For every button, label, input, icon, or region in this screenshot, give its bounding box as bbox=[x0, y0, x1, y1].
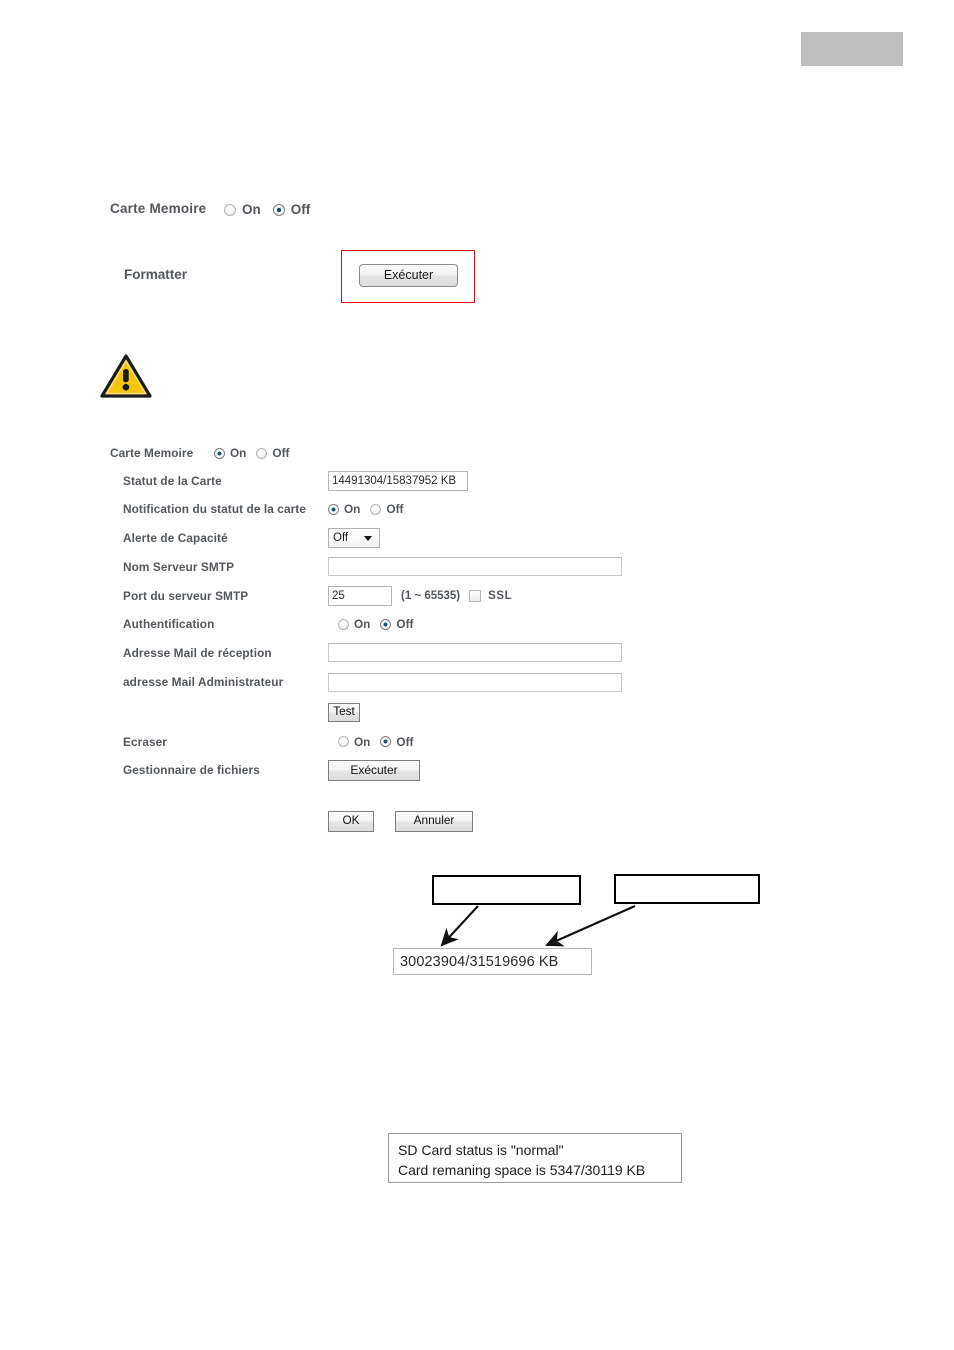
card-status-control bbox=[328, 470, 468, 491]
smtp-port-input[interactable] bbox=[328, 585, 392, 606]
file-manager-control: Exécuter bbox=[328, 759, 420, 781]
form-row-authentication: Authentification On Off bbox=[110, 610, 670, 638]
form-spacer bbox=[110, 784, 670, 806]
authentication-label: Authentification bbox=[123, 617, 215, 631]
section1-radio-on-label: On bbox=[242, 202, 261, 217]
form-row-test: Test bbox=[110, 697, 670, 727]
form-row-card-status: Statut de la Carte bbox=[110, 466, 670, 495]
formatter-execute-button[interactable]: Exécuter bbox=[359, 264, 458, 287]
section1-radio-off[interactable] bbox=[272, 203, 285, 216]
section1-carte-memoire-radio-group[interactable]: On Off bbox=[224, 202, 322, 217]
receive-mail-input[interactable] bbox=[328, 643, 622, 662]
form-row-file-manager: Gestionnaire de fichiers Exécuter bbox=[110, 756, 670, 784]
status-notification-radio-off[interactable] bbox=[370, 503, 382, 515]
status-notification-label: Notification du statut de la carte bbox=[123, 502, 306, 516]
formatter-label: Formatter bbox=[124, 267, 188, 282]
overwrite-radio-on[interactable] bbox=[338, 736, 349, 747]
ok-button[interactable]: OK bbox=[328, 810, 374, 832]
receive-mail-control bbox=[328, 643, 622, 662]
form-carte-memoire-radio-group[interactable]: On Off bbox=[214, 446, 299, 460]
form-row-carte-memoire: Carte Memoire On Off bbox=[110, 440, 670, 466]
callout-box-left bbox=[432, 875, 581, 905]
chevron-down-icon bbox=[364, 535, 372, 541]
overwrite-on-label: On bbox=[354, 734, 371, 749]
warning-triangle-icon bbox=[100, 353, 152, 399]
status-notification-radio-group[interactable]: On Off bbox=[328, 502, 413, 516]
card-status-label: Statut de la Carte bbox=[123, 473, 222, 488]
authentication-off-label: Off bbox=[396, 617, 414, 631]
form-row-admin-mail: adresse Mail Administrateur bbox=[110, 667, 670, 697]
form-row-capacity-alert: Alerte de Capacité Off bbox=[110, 523, 670, 552]
sd-card-message-box: SD Card status is "normal" Card remaning… bbox=[388, 1133, 682, 1183]
form-carte-memoire-radio-off[interactable] bbox=[256, 447, 268, 459]
form-row-smtp-port: Port du serveur SMTP (1 ~ 65535) SSL bbox=[110, 581, 670, 610]
admin-mail-control bbox=[328, 672, 622, 692]
memory-card-settings-form: Carte Memoire On Off Statut de la Carte … bbox=[110, 440, 670, 836]
file-manager-label: Gestionnaire de fichiers bbox=[123, 763, 260, 777]
authentication-radio-group[interactable]: On Off bbox=[338, 617, 423, 631]
page-root: Carte Memoire On Off Formatter Exécuter … bbox=[0, 0, 954, 1350]
status-notification-off-label: Off bbox=[386, 502, 404, 516]
section1-radio-off-label: Off bbox=[290, 202, 311, 217]
smtp-server-name-label: Nom Serveur SMTP bbox=[123, 559, 235, 574]
form-row-actions: OK Annuler bbox=[110, 806, 670, 836]
callout-status-value: 30023904/31519696 KB bbox=[393, 948, 592, 975]
form-carte-memoire-on-label: On bbox=[230, 446, 247, 460]
header-gray-block bbox=[801, 32, 903, 66]
overwrite-off-label: Off bbox=[396, 734, 414, 749]
capacity-alert-select[interactable]: Off bbox=[328, 527, 380, 548]
section1-carte-memoire-label: Carte Memoire bbox=[110, 201, 207, 216]
overwrite-radio-group[interactable]: On Off bbox=[338, 735, 423, 749]
form-row-receive-mail: Adresse Mail de réception bbox=[110, 638, 670, 667]
smtp-port-label: Port du serveur SMTP bbox=[123, 588, 249, 603]
admin-mail-label: adresse Mail Administrateur bbox=[123, 675, 284, 689]
capacity-alert-label: Alerte de Capacité bbox=[123, 530, 228, 545]
cancel-button[interactable]: Annuler bbox=[395, 810, 473, 832]
ssl-label: SSL bbox=[488, 589, 513, 602]
form-carte-memoire-label: Carte Memoire bbox=[110, 446, 194, 460]
authentication-on-label: On bbox=[354, 617, 371, 631]
file-manager-execute-button[interactable]: Exécuter bbox=[328, 759, 420, 781]
form-carte-memoire-off-label: Off bbox=[272, 446, 290, 460]
card-status-input[interactable] bbox=[328, 470, 468, 491]
status-notification-radio-on[interactable] bbox=[328, 503, 339, 515]
smtp-server-name-input[interactable] bbox=[328, 557, 622, 576]
capacity-alert-value: Off bbox=[333, 531, 349, 544]
capacity-alert-control: Off bbox=[328, 527, 380, 548]
section1-radio-on[interactable] bbox=[224, 203, 236, 216]
smtp-server-name-control bbox=[328, 557, 622, 576]
callout-box-right bbox=[614, 874, 760, 904]
form-actions: OK Annuler bbox=[328, 810, 473, 832]
form-carte-memoire-radio-on[interactable] bbox=[214, 447, 225, 459]
admin-mail-input[interactable] bbox=[328, 672, 622, 692]
receive-mail-label: Adresse Mail de réception bbox=[123, 645, 272, 660]
sd-card-message-line1: SD Card status is "normal" bbox=[398, 1142, 564, 1158]
smtp-port-range-note: (1 ~ 65535) bbox=[401, 589, 461, 602]
form-row-smtp-server-name: Nom Serveur SMTP bbox=[110, 552, 670, 581]
overwrite-radio-off[interactable] bbox=[380, 736, 392, 747]
authentication-radio-on[interactable] bbox=[338, 618, 349, 630]
overwrite-label: Ecraser bbox=[123, 734, 167, 749]
test-control: Test bbox=[328, 702, 360, 722]
ssl-checkbox[interactable] bbox=[469, 589, 482, 602]
test-button[interactable]: Test bbox=[328, 702, 360, 722]
form-row-status-notification: Notification du statut de la carte On Of… bbox=[110, 495, 670, 523]
smtp-port-control: (1 ~ 65535) SSL bbox=[328, 585, 513, 606]
status-notification-on-label: On bbox=[344, 502, 361, 516]
sd-card-message-line2: Card remaning space is 5347/30119 KB bbox=[398, 1162, 646, 1178]
authentication-radio-off[interactable] bbox=[380, 618, 392, 630]
form-row-overwrite: Ecraser On Off bbox=[110, 727, 670, 756]
